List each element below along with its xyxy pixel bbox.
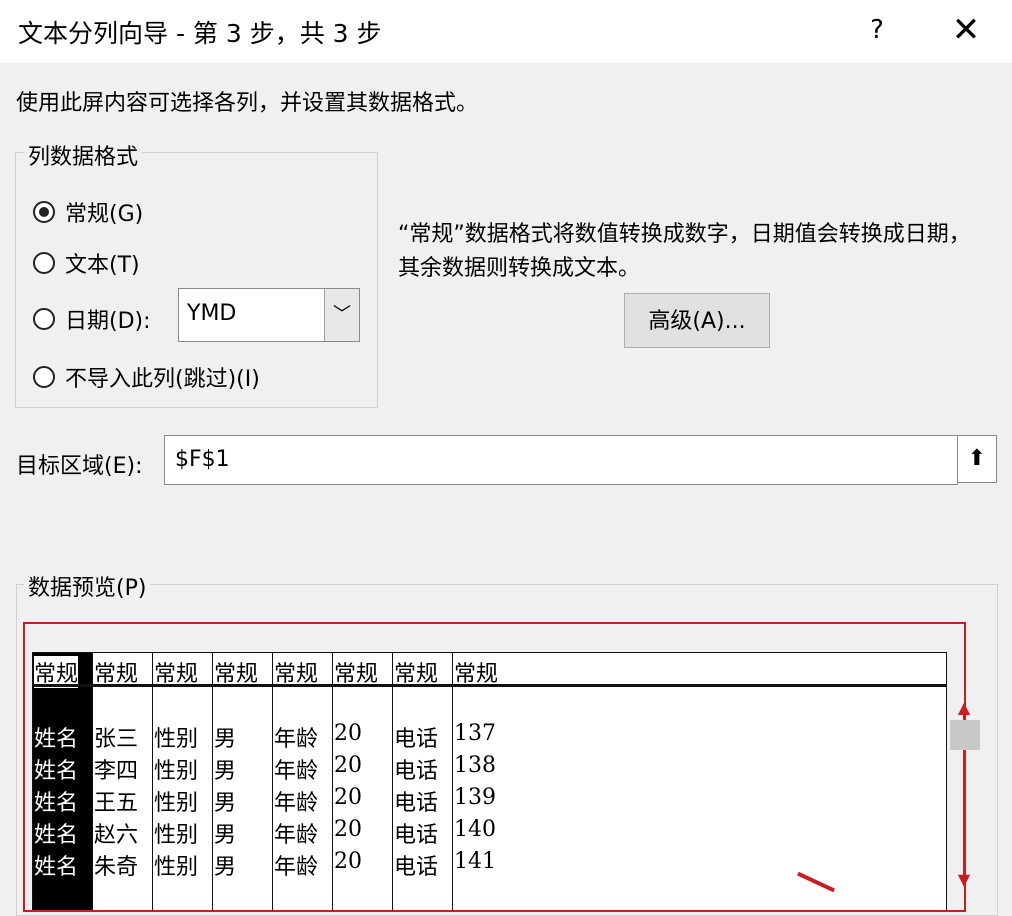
- title-bar: 文本分列向导 - 第 3 步，共 3 步 ? ✕: [0, 0, 1012, 63]
- arrow-down-icon: ▼: [957, 870, 971, 889]
- radio-text[interactable]: 文本(T): [33, 247, 140, 279]
- date-format-select[interactable]: YMD ﹀: [178, 288, 360, 342]
- radio-date[interactable]: 日期(D):: [33, 303, 151, 335]
- collapse-dialog-icon[interactable]: ⬆: [957, 435, 997, 483]
- destination-label: 目标区域(E):: [16, 454, 143, 479]
- radio-text-icon[interactable]: [33, 252, 55, 274]
- date-format-value: YMD: [187, 301, 237, 326]
- column-format-legend: 列数据格式: [24, 139, 143, 171]
- help-button[interactable]: ?: [860, 10, 894, 50]
- advanced-button[interactable]: 高级(A)...: [624, 293, 770, 348]
- instruction-text: 使用此屏内容可选择各列，并设置其数据格式。: [16, 91, 479, 116]
- preview-legend: 数据预览(P): [24, 570, 151, 602]
- radio-general[interactable]: 常规(G): [33, 196, 143, 228]
- radio-date-label: 日期(D):: [65, 309, 151, 334]
- radio-skip[interactable]: 不导入此列(跳过)(I): [33, 361, 260, 393]
- dialog-title: 文本分列向导 - 第 3 步，共 3 步: [18, 19, 382, 48]
- radio-skip-label: 不导入此列(跳过)(I): [65, 367, 260, 392]
- chevron-down-icon[interactable]: ﹀: [324, 289, 359, 341]
- vertical-scrollbar-thumb[interactable]: [950, 720, 980, 750]
- radio-general-icon[interactable]: [33, 201, 55, 223]
- destination-value: $F$1: [175, 447, 230, 472]
- highlight-box: [23, 622, 966, 912]
- radio-skip-icon[interactable]: [33, 366, 55, 388]
- destination-input[interactable]: $F$1: [164, 435, 958, 485]
- format-description: “常规”数据格式将数值转换成数字，日期值会转换成日期，其余数据则转换成文本。: [398, 222, 971, 281]
- radio-text-label: 文本(T): [65, 253, 140, 278]
- arrow-up-icon: ▲: [957, 698, 971, 717]
- radio-date-icon[interactable]: [33, 308, 55, 330]
- close-button[interactable]: ✕: [946, 10, 986, 50]
- radio-general-label: 常规(G): [65, 202, 144, 227]
